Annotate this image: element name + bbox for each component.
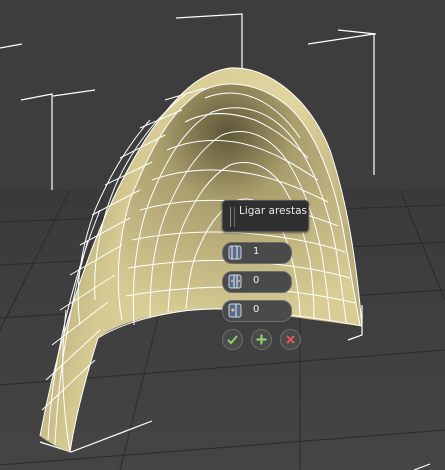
segments-spinner[interactable]: 1 [222, 242, 292, 264]
pinch-icon [228, 274, 242, 289]
viewport-scene[interactable] [0, 0, 445, 470]
slide-spinner[interactable]: 0 [222, 300, 292, 322]
slide-value[interactable]: 0 [253, 304, 259, 315]
segments-icon [228, 245, 242, 260]
caddy-title-bar[interactable]: Ligar arestas [222, 200, 309, 232]
cancel-button[interactable] [280, 329, 301, 350]
apply-button[interactable] [251, 329, 272, 350]
ok-button[interactable] [222, 329, 243, 350]
pinch-value[interactable]: 0 [253, 275, 259, 286]
caddy-title: Ligar arestas [239, 205, 307, 217]
close-icon [286, 335, 295, 344]
pinch-spinner[interactable]: 0 [222, 271, 292, 293]
segments-value[interactable]: 1 [253, 246, 259, 257]
plus-icon [256, 334, 267, 345]
drag-handle-icon[interactable] [230, 207, 235, 227]
slide-icon [228, 303, 242, 318]
check-icon [227, 335, 238, 345]
viewport[interactable]: Ligar arestas 1 0 0 [0, 0, 445, 470]
